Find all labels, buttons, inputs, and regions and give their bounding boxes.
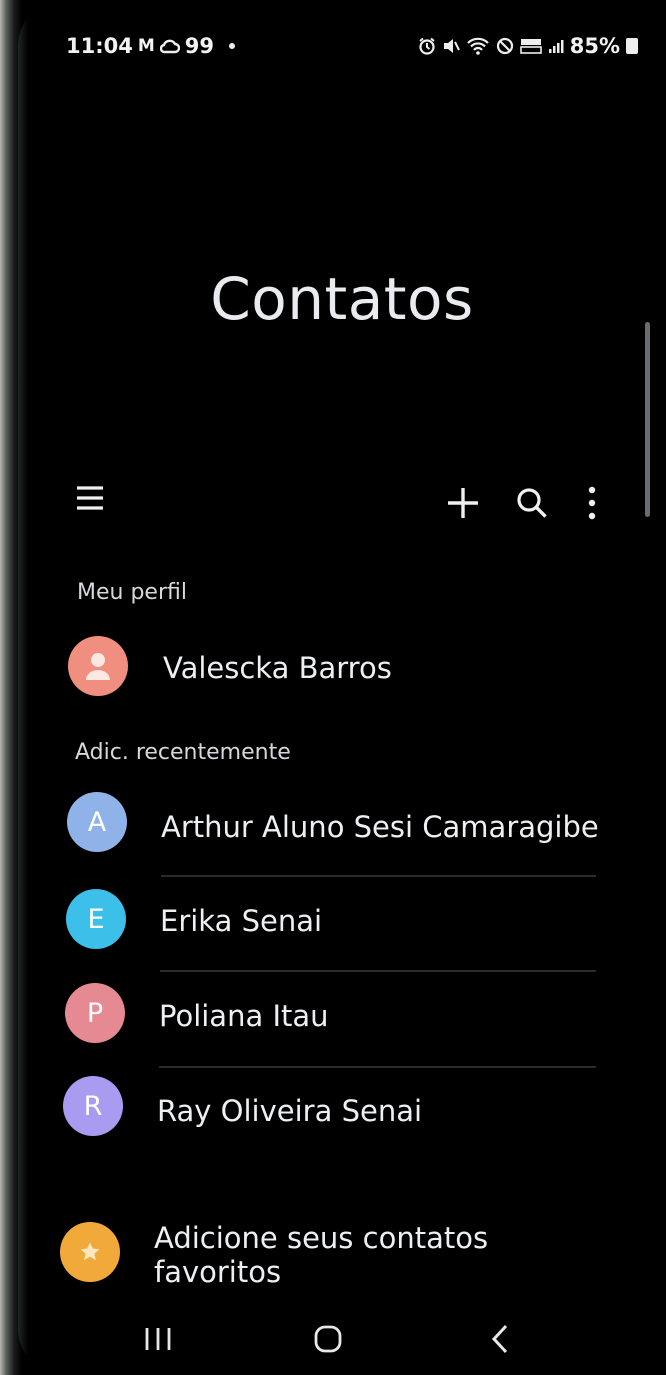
contact-name: Erika Senai [160,904,323,938]
avatar [68,636,128,696]
more-vertical-icon [588,486,596,520]
recents-button[interactable] [128,1314,188,1364]
section-header-profile: Meu perfil [77,580,187,605]
contact-row[interactable]: R Ray Oliveira Senai [18,1068,666,1148]
avatar: E [66,889,126,949]
avatar: R [63,1076,123,1136]
avatar [60,1222,120,1282]
profile-row[interactable]: Valescka Barros [18,627,666,707]
plus-icon [448,488,478,518]
navigation-bar [18,1300,666,1375]
battery-percentage: 85% [569,34,620,58]
phone-device: 11:04 M 99 85% Contatos Meu perfil Vales… [0,0,666,1375]
contact-row[interactable]: A Arthur Aluno Sesi Camaragibe [18,784,666,864]
add-favorites-line1: Adicione seus contatos [154,1221,489,1255]
back-icon [491,1324,508,1354]
add-favorites-line2: favoritos [154,1255,282,1289]
add-favorites-row[interactable]: Adicione seus contatos favoritos [18,1215,666,1295]
status-bar-right: 85% [418,34,638,58]
contact-row[interactable]: E Erika Senai [18,880,666,960]
cloud-icon [159,38,180,54]
scrollbar[interactable] [645,322,650,517]
avatar: P [65,983,125,1043]
more-options-button[interactable] [564,475,620,531]
section-header-recent: Adic. recentemente [75,740,291,765]
battery-icon [626,38,638,54]
contact-row[interactable]: P Poliana Itau [18,973,666,1053]
search-button[interactable] [504,475,560,531]
contact-name: Arthur Aluno Sesi Camaragibe [161,810,599,844]
status-bar-left: 11:04 M 99 [66,34,236,58]
mute-icon [442,37,460,55]
hamburger-menu-icon [77,486,103,510]
alarm-icon [418,37,436,55]
do-not-disturb-icon [496,37,514,55]
search-icon [517,488,547,518]
star-icon [80,1242,100,1261]
status-bar: 11:04 M 99 85% [18,34,666,64]
contact-name: Poliana Itau [159,999,329,1033]
person-icon [86,653,110,680]
page-title: Contatos [210,265,474,333]
back-button[interactable] [470,1314,530,1364]
signal-icon [548,38,564,54]
wifi-icon [466,37,490,55]
add-contact-button[interactable] [435,475,491,531]
notification-count: 99 [184,34,215,58]
status-time: 11:04 [66,34,133,58]
menu-button[interactable] [62,470,118,526]
home-icon [314,1325,342,1353]
recents-icon [145,1328,171,1350]
divider [160,970,596,972]
add-favorites-text: Adicione seus contatos favoritos [154,1221,488,1289]
volte-icon [519,37,542,55]
home-button[interactable] [298,1314,358,1364]
profile-name: Valescka Barros [163,651,392,685]
gmail-icon: M [137,36,155,56]
phone-screen: 11:04 M 99 85% Contatos Meu perfil Vales… [18,0,666,1375]
contact-name: Ray Oliveira Senai [157,1094,423,1128]
notification-dot-icon [229,43,236,49]
divider [161,875,596,877]
avatar: A [67,792,127,852]
